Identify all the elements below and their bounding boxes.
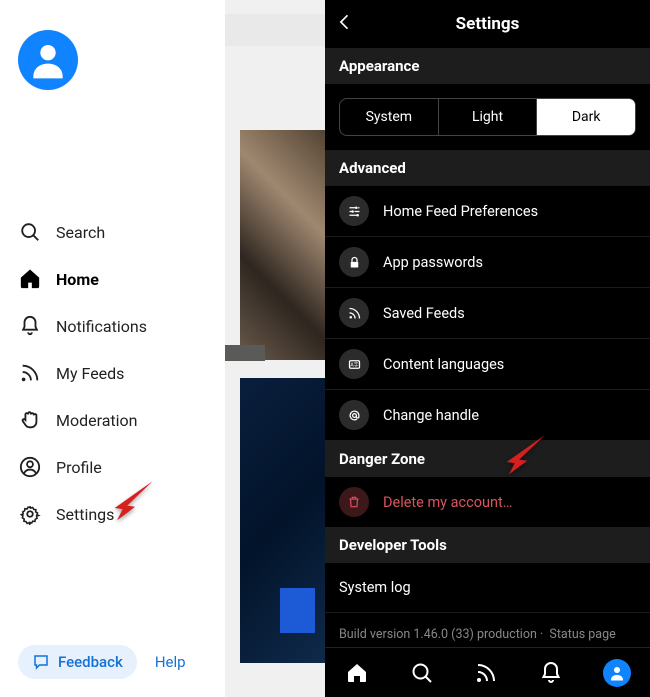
row-label: Home Feed Preferences (383, 203, 538, 220)
row-delete-account[interactable]: Delete my account… (325, 477, 650, 527)
search-icon (18, 220, 42, 244)
section-danger: Danger Zone (325, 441, 650, 477)
feedback-button[interactable]: Feedback (18, 645, 137, 679)
sidebar-item-myfeeds[interactable]: My Feeds (18, 361, 225, 385)
row-label: App passwords (383, 254, 483, 271)
settings-title: Settings (456, 14, 520, 34)
bottom-nav-profile[interactable] (603, 659, 631, 687)
sliders-icon (339, 196, 369, 226)
settings-header: Settings (325, 0, 650, 48)
bell-icon (539, 661, 563, 685)
sidebar-item-search[interactable]: Search (18, 220, 225, 244)
row-label: Change handle (383, 407, 479, 424)
appearance-option-system[interactable]: System (340, 99, 439, 135)
nav-list: Search Home Notifications My Feeds Moder… (0, 220, 225, 526)
section-appearance: Appearance (325, 48, 650, 84)
bell-icon (18, 314, 42, 338)
hand-icon (18, 408, 42, 432)
appearance-option-dark[interactable]: Dark (537, 99, 635, 135)
search-icon (410, 661, 434, 685)
chat-icon (32, 653, 50, 671)
avatar[interactable] (18, 30, 78, 90)
sidebar-item-profile[interactable]: Profile (18, 455, 225, 479)
row-change-handle[interactable]: Change handle (325, 390, 650, 441)
sidebar-item-label: Home (56, 270, 99, 289)
background-content (225, 0, 325, 697)
help-link[interactable]: Help (155, 653, 186, 671)
sidebar-item-settings[interactable]: Settings (18, 502, 225, 526)
lock-icon (339, 247, 369, 277)
sidebar-item-moderation[interactable]: Moderation (18, 408, 225, 432)
home-icon (345, 661, 369, 685)
sidebar-item-label: Search (56, 223, 105, 242)
feeds-icon (18, 361, 42, 385)
sidebar-item-label: Settings (56, 505, 114, 524)
at-icon (339, 400, 369, 430)
bottom-nav-notifications[interactable] (538, 660, 564, 686)
feedback-label: Feedback (58, 653, 123, 671)
status-page-link[interactable]: Status page (549, 627, 615, 642)
sidebar-item-label: Notifications (56, 317, 147, 336)
sidebar-item-home[interactable]: Home (18, 267, 225, 291)
bottom-nav-search[interactable] (409, 660, 435, 686)
back-button[interactable] (335, 12, 355, 36)
appearance-option-light[interactable]: Light (439, 99, 538, 135)
section-dev: Developer Tools (325, 527, 650, 563)
sidebar-item-label: My Feeds (56, 364, 124, 383)
feeds-icon (474, 661, 498, 685)
gear-icon (18, 502, 42, 526)
row-content-languages[interactable]: A字 Content languages (325, 339, 650, 390)
syslog-label: System log (339, 579, 411, 596)
language-icon: A字 (339, 349, 369, 379)
section-advanced: Advanced (325, 150, 650, 186)
person-icon (26, 38, 70, 82)
row-label: Saved Feeds (383, 305, 465, 322)
delete-label: Delete my account… (383, 494, 512, 511)
appearance-segment: System Light Dark (325, 84, 650, 150)
settings-panel: Settings Appearance System Light Dark Ad… (325, 0, 650, 697)
profile-icon (18, 455, 42, 479)
row-home-feed-prefs[interactable]: Home Feed Preferences (325, 186, 650, 237)
trash-icon (339, 487, 369, 517)
bottom-nav (325, 647, 650, 697)
svg-text:A字: A字 (350, 361, 358, 368)
row-saved-feeds[interactable]: Saved Feeds (325, 288, 650, 339)
satellite-icon (339, 298, 369, 328)
sidebar-bottom: Feedback Help (18, 645, 186, 679)
bottom-nav-feeds[interactable] (473, 660, 499, 686)
row-label: Content languages (383, 356, 504, 373)
sidebar-item-label: Profile (56, 458, 102, 477)
build-version: Build version 1.46.0 (33) production · (339, 627, 543, 642)
sidebar: Search Home Notifications My Feeds Moder… (0, 0, 225, 697)
row-app-passwords[interactable]: App passwords (325, 237, 650, 288)
person-icon (608, 664, 626, 682)
sidebar-item-notifications[interactable]: Notifications (18, 314, 225, 338)
bottom-nav-home[interactable] (344, 660, 370, 686)
chevron-left-icon (335, 12, 355, 32)
home-icon (18, 267, 42, 291)
row-system-log[interactable]: System log (325, 563, 650, 613)
sidebar-item-label: Moderation (56, 411, 138, 430)
